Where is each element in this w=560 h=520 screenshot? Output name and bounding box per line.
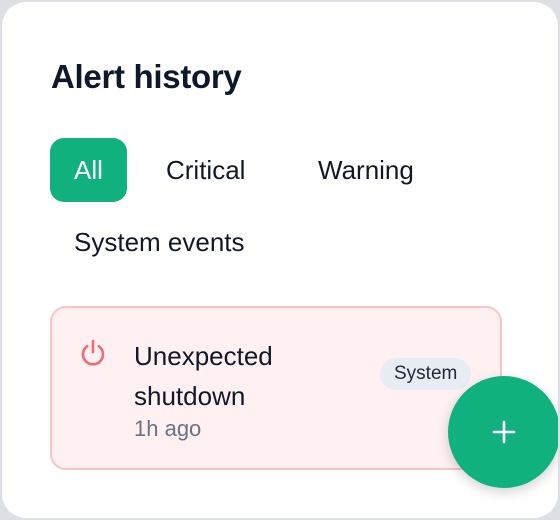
add-alert-button[interactable] (448, 376, 558, 488)
filter-warning[interactable]: Warning (318, 138, 414, 202)
alert-timestamp: 1h ago (134, 416, 202, 441)
alert-category-badge: System (380, 358, 472, 390)
plus-icon (492, 420, 516, 444)
filter-all[interactable]: All (50, 138, 127, 202)
power-icon (78, 338, 108, 368)
filter-system-events[interactable]: System events (74, 210, 245, 274)
alert-item[interactable]: Unexpected shutdown 1h ago System (50, 306, 502, 470)
alert-title: Unexpected shutdown (134, 341, 273, 411)
filter-critical[interactable]: Critical (166, 138, 245, 202)
alert-history-panel: Alert history All Critical Warning Syste… (2, 2, 558, 518)
page-title: Alert history (51, 58, 242, 95)
